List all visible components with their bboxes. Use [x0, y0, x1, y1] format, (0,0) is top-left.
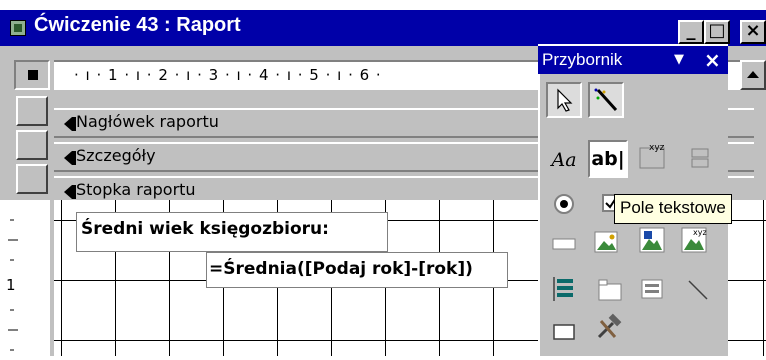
image-icon [594, 231, 618, 253]
tab-control-tool[interactable] [592, 272, 628, 308]
close-button[interactable]: × [740, 20, 766, 44]
ruler-marks: · ı · 1 · ı · 2 · ı · 3 · ı · 4 · ı · 5 … [74, 66, 382, 84]
tool-tooltip: Pole tekstowe [614, 194, 732, 224]
unbound-object-frame-tool[interactable] [634, 222, 670, 258]
header-section-selector[interactable] [16, 96, 48, 126]
pointer-icon [557, 88, 573, 112]
list-box-icon [553, 277, 573, 301]
restore-button[interactable]: □ [704, 20, 730, 44]
textbox-control[interactable]: =Średnia([Podaj rok]-[rok]) [206, 252, 508, 288]
section-pointer-icon [64, 150, 76, 169]
option-group-icon: xyz [639, 143, 665, 169]
arrow-up-icon [747, 71, 759, 78]
subform-tool[interactable] [634, 272, 670, 308]
scroll-up-button[interactable] [740, 60, 766, 90]
rectangle-icon [553, 324, 575, 340]
toolbox-close-icon[interactable]: × [704, 48, 721, 72]
minimize-icon: _ [686, 20, 696, 41]
bound-object-frame-tool[interactable]: xyz [676, 222, 712, 258]
combo-box-icon [552, 238, 576, 250]
control-wizard-icon [594, 88, 618, 112]
window-title: Ćwiczenie 43 : Raport [34, 14, 241, 36]
footer-section-selector[interactable] [16, 164, 48, 194]
option-group-tool[interactable]: xyz [634, 138, 670, 174]
close-icon: × [745, 20, 761, 41]
report-selector-icon [28, 70, 38, 80]
more-controls-tool[interactable] [590, 310, 626, 346]
textbox-tool[interactable]: ab| [588, 140, 628, 178]
label-tool[interactable]: Aa [546, 142, 582, 178]
rectangle-tool[interactable] [546, 314, 582, 350]
restore-icon: □ [708, 20, 726, 41]
line-icon [688, 280, 708, 300]
section-label-details: Szczegóły [76, 146, 156, 165]
toggle-button-tool[interactable] [682, 140, 718, 176]
form-icon[interactable] [10, 20, 26, 36]
bound-object-icon: xyz [681, 227, 707, 253]
textbox-tool-icon: ab| [591, 148, 625, 170]
details-section-selector[interactable] [16, 130, 48, 160]
more-controls-icon [597, 313, 622, 339]
toolbox-title: Przybornik [542, 50, 623, 69]
pointer-tool[interactable] [546, 82, 582, 118]
control-wizards-tool[interactable] [588, 82, 624, 118]
line-tool[interactable] [680, 272, 716, 308]
bound-object-label: xyz [693, 228, 707, 237]
combo-box-tool[interactable] [546, 226, 582, 262]
subform-icon [641, 279, 663, 299]
toggle-button-icon [691, 148, 709, 168]
minimize-button[interactable]: _ [678, 20, 704, 44]
option-button-icon [554, 194, 574, 214]
unbound-object-icon [639, 227, 665, 253]
option-button-tool[interactable] [546, 186, 582, 222]
list-box-tool[interactable] [546, 272, 582, 308]
section-label-footer: Stopka raportu [76, 180, 196, 199]
tab-control-icon [598, 279, 622, 301]
label-tool-icon: Aa [551, 149, 577, 171]
image-tool[interactable] [588, 224, 624, 260]
section-label-header: Nagłówek raportu [76, 112, 219, 131]
frame-tool-text: xyz [649, 143, 665, 153]
label-control[interactable]: Średni wiek księgozbioru: [76, 212, 388, 252]
vertical-ruler-mark: 1 [6, 276, 16, 294]
toolbox-menu-icon[interactable]: ▼ [674, 52, 684, 67]
section-pointer-icon [64, 116, 76, 135]
